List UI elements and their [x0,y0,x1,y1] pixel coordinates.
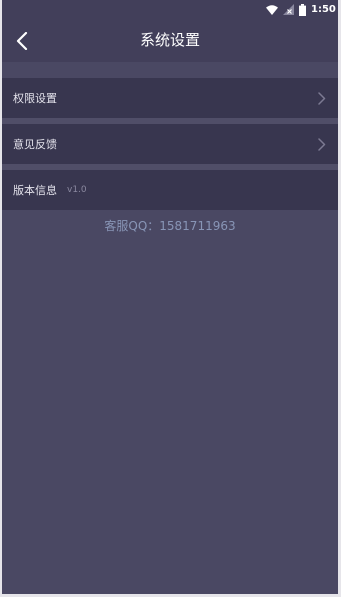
app-screen: 1:50 系统设置 权限设置 意见反馈 版本信息 v1.0 客服QQ：15817… [2,0,338,594]
settings-item-permissions[interactable]: 权限设置 [2,78,338,118]
settings-item-feedback[interactable]: 意见反馈 [2,124,338,164]
settings-item-label: 版本信息 [13,184,57,197]
settings-item-version: 版本信息 v1.0 [2,170,338,210]
status-time: 1:50 [311,4,336,15]
page-title: 系统设置 [139,31,200,49]
wifi-icon [266,5,278,15]
top-bar: 1:50 系统设置 [2,0,338,62]
chevron-right-icon [318,138,326,151]
settings-list: 权限设置 意见反馈 版本信息 v1.0 [2,78,338,210]
header: 系统设置 [2,20,338,62]
no-sim-signal-icon [283,4,294,15]
status-bar: 1:50 [2,0,338,20]
settings-item-label: 权限设置 [13,92,57,105]
chevron-right-icon [318,92,326,105]
version-value: v1.0 [67,185,87,195]
support-qq-text: 客服QQ：1581711963 [104,219,236,233]
battery-icon [299,4,306,16]
settings-item-label: 意见反馈 [13,138,57,151]
